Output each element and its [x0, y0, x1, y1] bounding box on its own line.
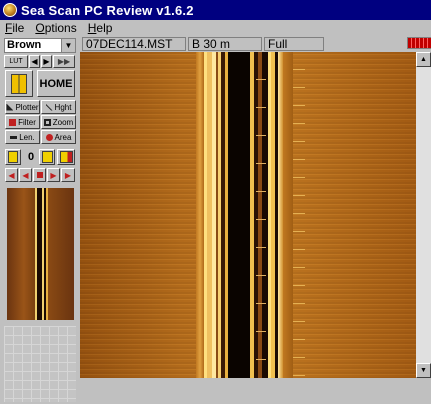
scroll-down-button[interactable]: ▼ [416, 363, 431, 378]
pointer-tool-button[interactable] [5, 70, 33, 97]
stop-icon [36, 172, 43, 178]
chevron-up-icon: ▲ [420, 56, 427, 63]
vertical-scrollbar[interactable]: ▲ ▼ [416, 52, 431, 378]
sonar-nadir [228, 52, 250, 378]
menu-options[interactable]: Options [30, 21, 82, 35]
sonar-band [283, 52, 293, 378]
filter-icon [9, 118, 17, 126]
range-field: B 30 m [188, 37, 262, 51]
delete-marker-icon [59, 151, 73, 163]
menu-file[interactable]: File [0, 21, 30, 35]
filename-field: 07DEC114.MST [82, 37, 186, 51]
scroll-left-button[interactable]: ◀ [29, 55, 40, 68]
menu-help[interactable]: Help [83, 21, 119, 35]
color-scheme-select[interactable]: Brown ▼ [4, 38, 76, 53]
play-button[interactable]: ▶▶ [53, 55, 75, 68]
fast-forward-icon: ▶ [64, 170, 72, 180]
plotter-button[interactable]: Plotter [5, 100, 40, 114]
zoom-button[interactable]: Zoom [41, 115, 76, 129]
zoom-label: Zoom [52, 117, 74, 127]
window-title: Sea Scan PC Review v1.6.2 [21, 2, 194, 18]
next-frame-button[interactable]: ▶ [47, 168, 60, 182]
info-bar: 07DEC114.MST B 30 m Full [80, 36, 431, 52]
length-icon [10, 135, 18, 139]
marker-button[interactable] [5, 149, 21, 165]
filter-label: Filter [18, 117, 36, 127]
scroll-right-button[interactable]: ▶ [41, 55, 52, 68]
delete-marker-button[interactable] [57, 149, 75, 165]
plotter-label: Plotter [15, 102, 39, 112]
area-label: Area [54, 132, 72, 142]
step-back-icon: ◀ [22, 170, 29, 180]
area-button[interactable]: Area [41, 130, 76, 144]
add-marker-button[interactable] [39, 149, 55, 165]
sonar-tick-marks [256, 52, 266, 378]
last-frame-button[interactable]: ▶ [61, 168, 75, 182]
plotter-icon [6, 103, 14, 111]
thumb-port-band [7, 188, 35, 320]
left-arrow-icon: ◀ [31, 57, 38, 66]
color-scheme-value: Brown [7, 39, 42, 51]
first-frame-button[interactable]: ◀ [5, 168, 18, 182]
scroll-up-button[interactable]: ▲ [416, 52, 431, 67]
marker-icon [8, 151, 18, 163]
zoom-icon [43, 118, 51, 126]
mode-field: Full [264, 37, 324, 51]
filter-button[interactable]: Filter [5, 115, 40, 129]
overview-thumbnail[interactable] [7, 188, 74, 320]
prev-frame-button[interactable]: ◀ [19, 168, 32, 182]
grid-area [4, 326, 76, 402]
right-arrow-icon: ▶ [43, 57, 50, 66]
app-icon [3, 3, 17, 17]
length-button[interactable]: Len. [5, 130, 40, 144]
rewind-icon: ◀ [8, 170, 15, 180]
length-label: Len. [19, 132, 35, 142]
thumb-starboard-band [48, 188, 74, 320]
title-bar: Sea Scan PC Review v1.6.2 [0, 0, 431, 20]
height-label: Hght [54, 102, 72, 112]
pointer-icon [11, 73, 27, 94]
stop-button[interactable] [33, 168, 46, 182]
area-icon [45, 133, 53, 141]
sonar-band [196, 52, 204, 378]
menu-bar: File Options Help [0, 20, 431, 36]
play-icon: ▶▶ [57, 57, 71, 66]
marker-count: 0 [27, 151, 35, 163]
height-button[interactable]: Hght [41, 100, 76, 114]
height-icon [45, 103, 53, 111]
sonar-image[interactable] [80, 52, 416, 378]
lut-label: LUT [9, 58, 23, 65]
step-forward-icon: ▶ [50, 170, 57, 180]
chevron-down-icon[interactable]: ▼ [61, 39, 75, 52]
home-button[interactable]: HOME [37, 70, 75, 97]
sonar-tick-marks [293, 52, 305, 378]
home-label: HOME [39, 77, 73, 90]
add-marker-icon [41, 151, 53, 163]
control-panel: Brown ▼ LUT ◀ ▶ ▶▶ HOME Plotter Hght Fil… [0, 36, 78, 404]
color-palette-bar [407, 37, 431, 49]
lut-button[interactable]: LUT [4, 55, 28, 68]
bottom-strip [80, 378, 431, 404]
chevron-down-icon: ▼ [420, 367, 427, 374]
